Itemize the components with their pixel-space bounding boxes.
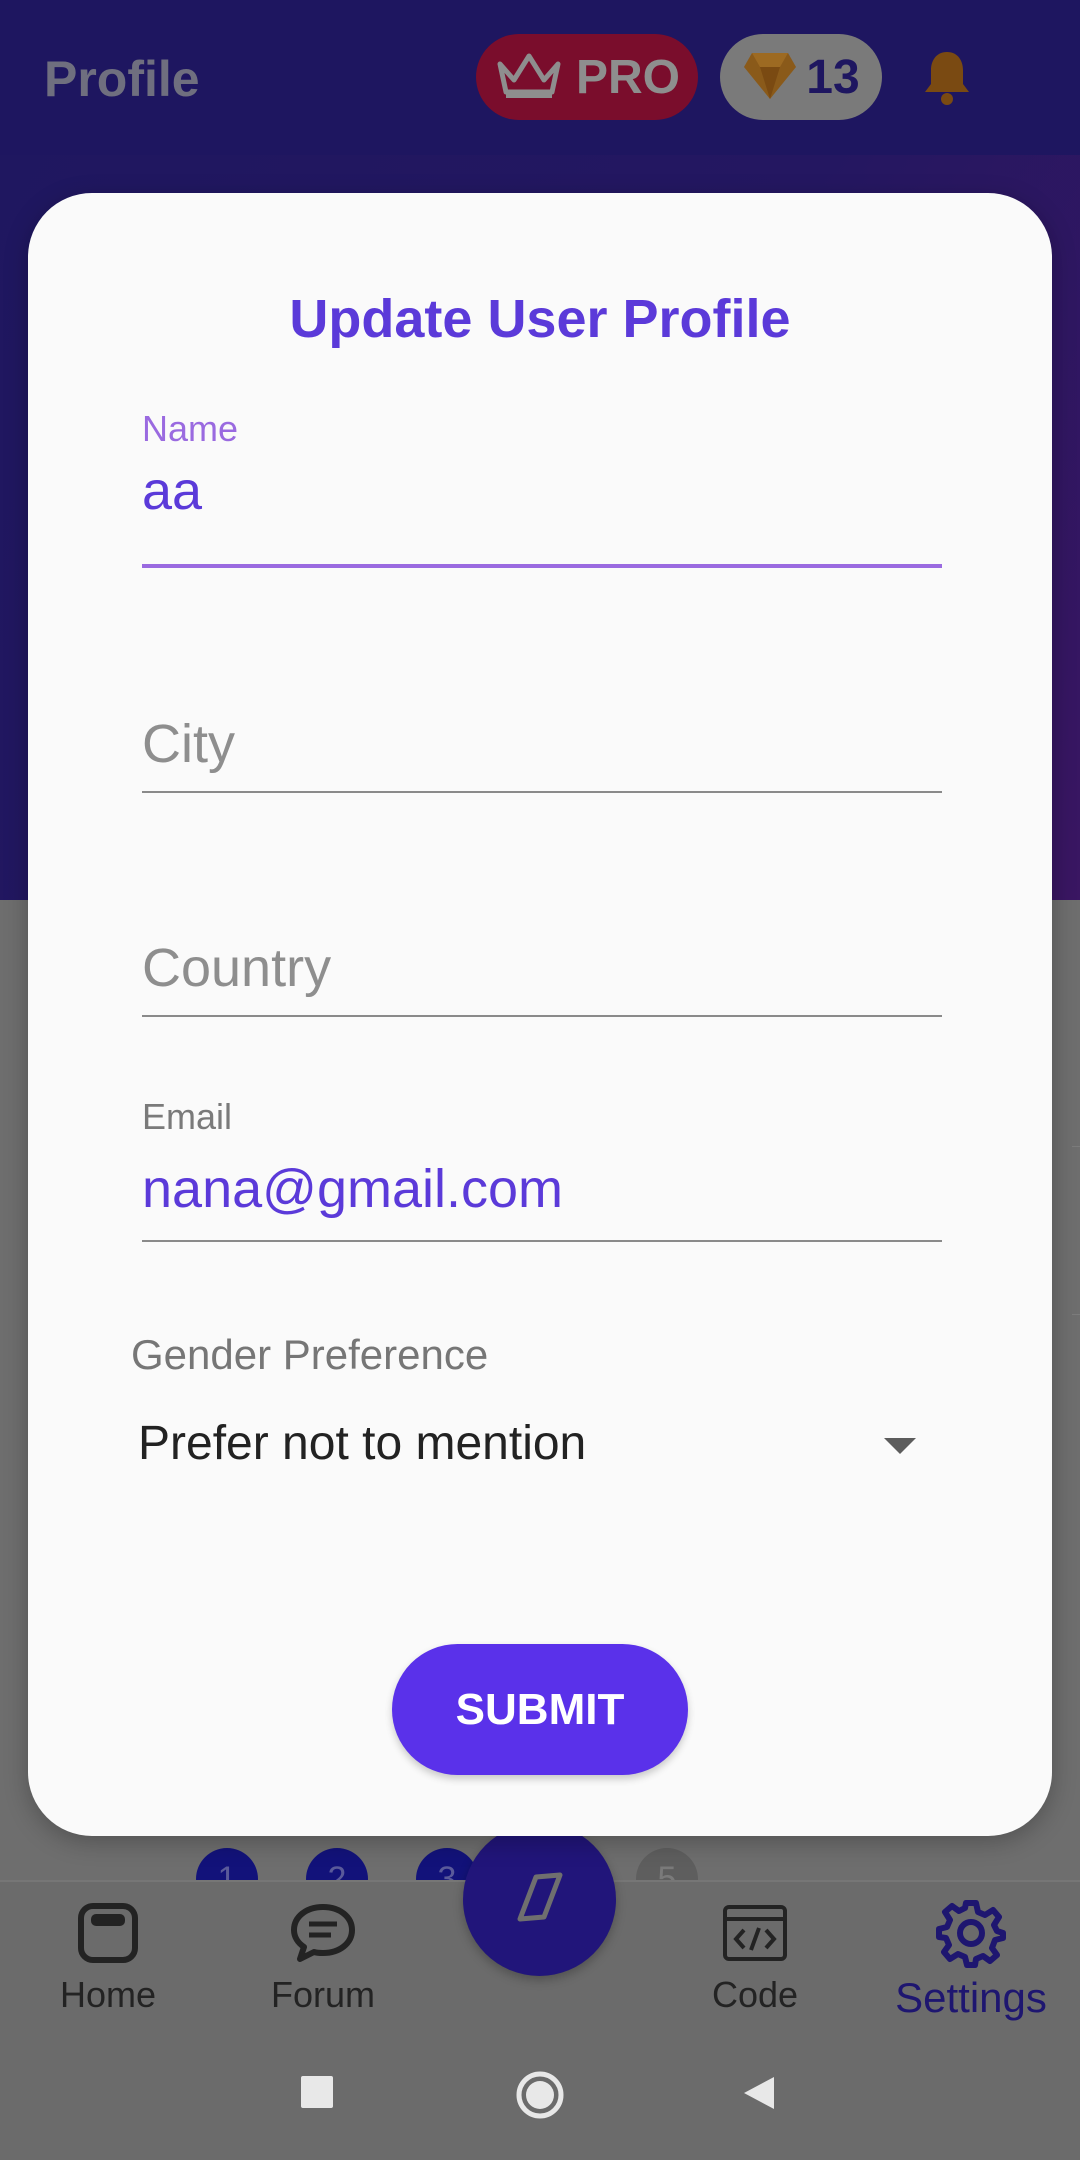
gender-selected-value: Prefer not to mention (138, 1416, 587, 1470)
name-field-label: Name (142, 408, 239, 449)
nav-label: Settings (895, 1974, 1047, 2021)
gear-icon (881, 1896, 1061, 1970)
recent-apps-button[interactable] (300, 2075, 334, 2114)
crown-icon (494, 50, 564, 105)
home-icon (18, 1896, 198, 1970)
gender-preference-select[interactable]: Prefer not to mention (138, 1398, 938, 1488)
code-icon (665, 1896, 845, 1970)
email-field-label: Email (142, 1096, 233, 1137)
divider (1072, 1314, 1080, 1315)
gender-preference-label: Gender Preference (131, 1331, 489, 1378)
nav-label: Home (59, 1974, 157, 2015)
back-button[interactable] (742, 2075, 776, 2116)
dialog-title: Update User Profile (289, 289, 791, 349)
compass-icon (510, 1867, 570, 1932)
name-field[interactable]: Name aa (142, 408, 942, 568)
page-title: Profile (44, 51, 200, 107)
city-field-underline (142, 791, 942, 793)
city-field-placeholder[interactable]: City (142, 713, 942, 775)
submit-button[interactable]: SUBMIT (392, 1644, 688, 1775)
country-field[interactable]: Country (142, 937, 942, 1017)
nav-item-forum[interactable]: Forum (233, 1896, 413, 2016)
email-field-value[interactable]: nana@gmail.com (142, 1158, 942, 1220)
country-field-placeholder[interactable]: Country (142, 937, 942, 999)
notification-bell-icon[interactable] (922, 48, 972, 108)
gem-icon (742, 49, 798, 106)
gems-count: 13 (806, 50, 860, 104)
gems-badge[interactable]: 13 (720, 34, 882, 120)
system-navigation-bar (0, 2030, 1080, 2160)
nav-label: Code (711, 1974, 799, 2015)
nav-item-settings[interactable]: Settings (881, 1896, 1061, 2022)
divider (1072, 1146, 1080, 1147)
explore-fab[interactable] (463, 1823, 616, 1976)
name-field-value[interactable]: aa (142, 460, 942, 522)
update-profile-dialog: Update User Profile Name aa City Country… (28, 193, 1052, 1836)
email-field-underline (142, 1240, 942, 1242)
pro-label: PRO (575, 50, 680, 104)
nav-label: Forum (270, 1974, 375, 2015)
chat-icon (233, 1896, 413, 1970)
name-field-underline (142, 564, 942, 568)
email-field[interactable]: Email nana@gmail.com (142, 1096, 942, 1242)
pro-badge[interactable]: PRO (476, 34, 698, 120)
country-field-underline (142, 1015, 942, 1017)
dropdown-caret-icon (884, 1438, 916, 1454)
nav-item-code[interactable]: Code (665, 1896, 845, 2016)
home-button[interactable] (515, 2070, 565, 2125)
nav-item-home[interactable]: Home (18, 1896, 198, 2016)
city-field[interactable]: City (142, 713, 942, 793)
